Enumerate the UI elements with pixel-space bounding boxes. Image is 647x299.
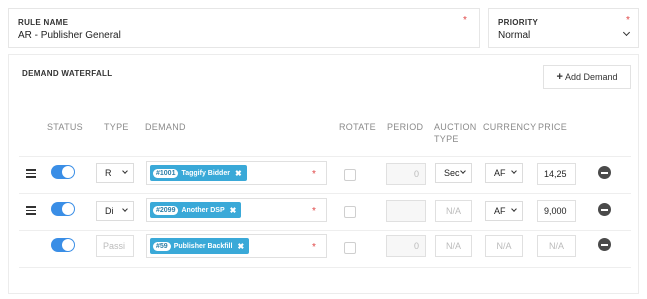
chevron-down-icon [122, 206, 128, 212]
col-rotate: ROTATE [339, 122, 376, 132]
status-toggle[interactable] [51, 238, 75, 252]
col-currency: CURRENCY [483, 122, 537, 132]
waterfall-title: DEMAND WATERFALL [22, 69, 113, 78]
demand-name: Another DSP [181, 206, 225, 214]
chevron-down-icon [511, 168, 517, 174]
priority-select[interactable]: PRIORITY * Normal [488, 8, 639, 48]
auction-type-input: N/A [435, 235, 472, 257]
row-divider [19, 230, 631, 231]
status-toggle[interactable] [51, 165, 75, 179]
demand-required-mark: * [312, 206, 316, 217]
rotate-checkbox[interactable] [344, 206, 356, 218]
chevron-down-icon [460, 168, 466, 174]
type-input: Passi [96, 235, 134, 257]
remove-row-icon[interactable] [598, 203, 611, 216]
row-divider [19, 156, 631, 157]
auction-type-value: Sec [444, 168, 460, 178]
demand-select[interactable]: #1001 Taggify Bidder ✖ [146, 161, 327, 185]
demand-select[interactable]: #2099 Another DSP ✖ [146, 198, 327, 222]
drag-handle-icon[interactable] [26, 169, 36, 180]
col-status: STATUS [47, 122, 83, 132]
type-value: Di [105, 206, 114, 216]
col-auction-type-line1: AUCTION [434, 122, 477, 132]
remove-row-icon[interactable] [598, 238, 611, 251]
demand-id: #59 [153, 241, 171, 251]
remove-tag-icon[interactable]: ✖ [237, 242, 244, 251]
chevron-down-icon [622, 28, 631, 37]
chevron-down-icon [511, 206, 517, 212]
col-demand: DEMAND [145, 122, 186, 132]
remove-tag-icon[interactable]: ✖ [235, 169, 242, 178]
drag-handle-icon[interactable] [26, 206, 36, 217]
auction-type-select[interactable]: Sec [435, 163, 472, 183]
col-type: TYPE [104, 122, 129, 132]
demand-required-mark: * [312, 169, 316, 180]
remove-tag-icon[interactable]: ✖ [230, 206, 237, 215]
rule-name-field[interactable]: RULE NAME * AR - Publisher General [8, 8, 480, 48]
remove-row-icon[interactable] [598, 166, 611, 179]
priority-label: PRIORITY [498, 18, 539, 27]
rule-name-required-mark: * [463, 15, 467, 26]
add-demand-button[interactable]: + Add Demand [543, 65, 631, 89]
period-input[interactable] [386, 200, 426, 222]
chevron-down-icon [122, 168, 128, 174]
type-select[interactable]: Di [96, 201, 134, 221]
rotate-checkbox[interactable] [344, 242, 356, 254]
demand-waterfall-card: DEMAND WATERFALL + Add Demand STATUS TYP… [8, 54, 639, 294]
rule-name-value[interactable]: AR - Publisher General [18, 30, 121, 41]
demand-tag: #2099 Another DSP ✖ [150, 202, 242, 218]
col-price: PRICE [538, 122, 568, 132]
price-input[interactable]: 14,25 [537, 163, 576, 185]
currency-select[interactable]: AF [485, 163, 523, 183]
price-input: N/A [537, 235, 576, 257]
priority-required-mark: * [626, 15, 630, 26]
demand-name: Publisher Backfill [173, 242, 233, 250]
demand-required-mark: * [312, 242, 316, 253]
currency-select[interactable]: AF [485, 201, 523, 221]
rotate-checkbox[interactable] [344, 169, 356, 181]
auction-type-input: N/A [435, 200, 472, 222]
demand-tag: #59 Publisher Backfill ✖ [150, 238, 250, 254]
status-toggle[interactable] [51, 202, 75, 216]
priority-value: Normal [498, 30, 531, 41]
currency-value: AF [494, 168, 506, 178]
demand-name: Taggify Bidder [181, 169, 230, 177]
col-period: PERIOD [387, 122, 424, 132]
demand-select[interactable]: #59 Publisher Backfill ✖ [146, 234, 327, 258]
price-input[interactable]: 9,000 [537, 200, 576, 222]
period-input[interactable]: 0 [386, 163, 426, 185]
type-select[interactable]: R [96, 163, 134, 183]
demand-id: #1001 [153, 168, 179, 178]
currency-input: N/A [485, 235, 523, 257]
currency-value: AF [494, 206, 506, 216]
plus-icon: + [556, 71, 563, 83]
add-demand-label: Add Demand [564, 72, 618, 82]
row-divider [19, 267, 631, 268]
demand-tag: #1001 Taggify Bidder ✖ [150, 165, 247, 181]
demand-id: #2099 [153, 205, 179, 215]
rule-name-label: RULE NAME [18, 18, 69, 27]
col-auction-type-line2: TYPE [434, 134, 459, 144]
row-divider [19, 193, 631, 194]
period-input[interactable]: 0 [386, 235, 426, 257]
type-value: R [105, 168, 112, 178]
